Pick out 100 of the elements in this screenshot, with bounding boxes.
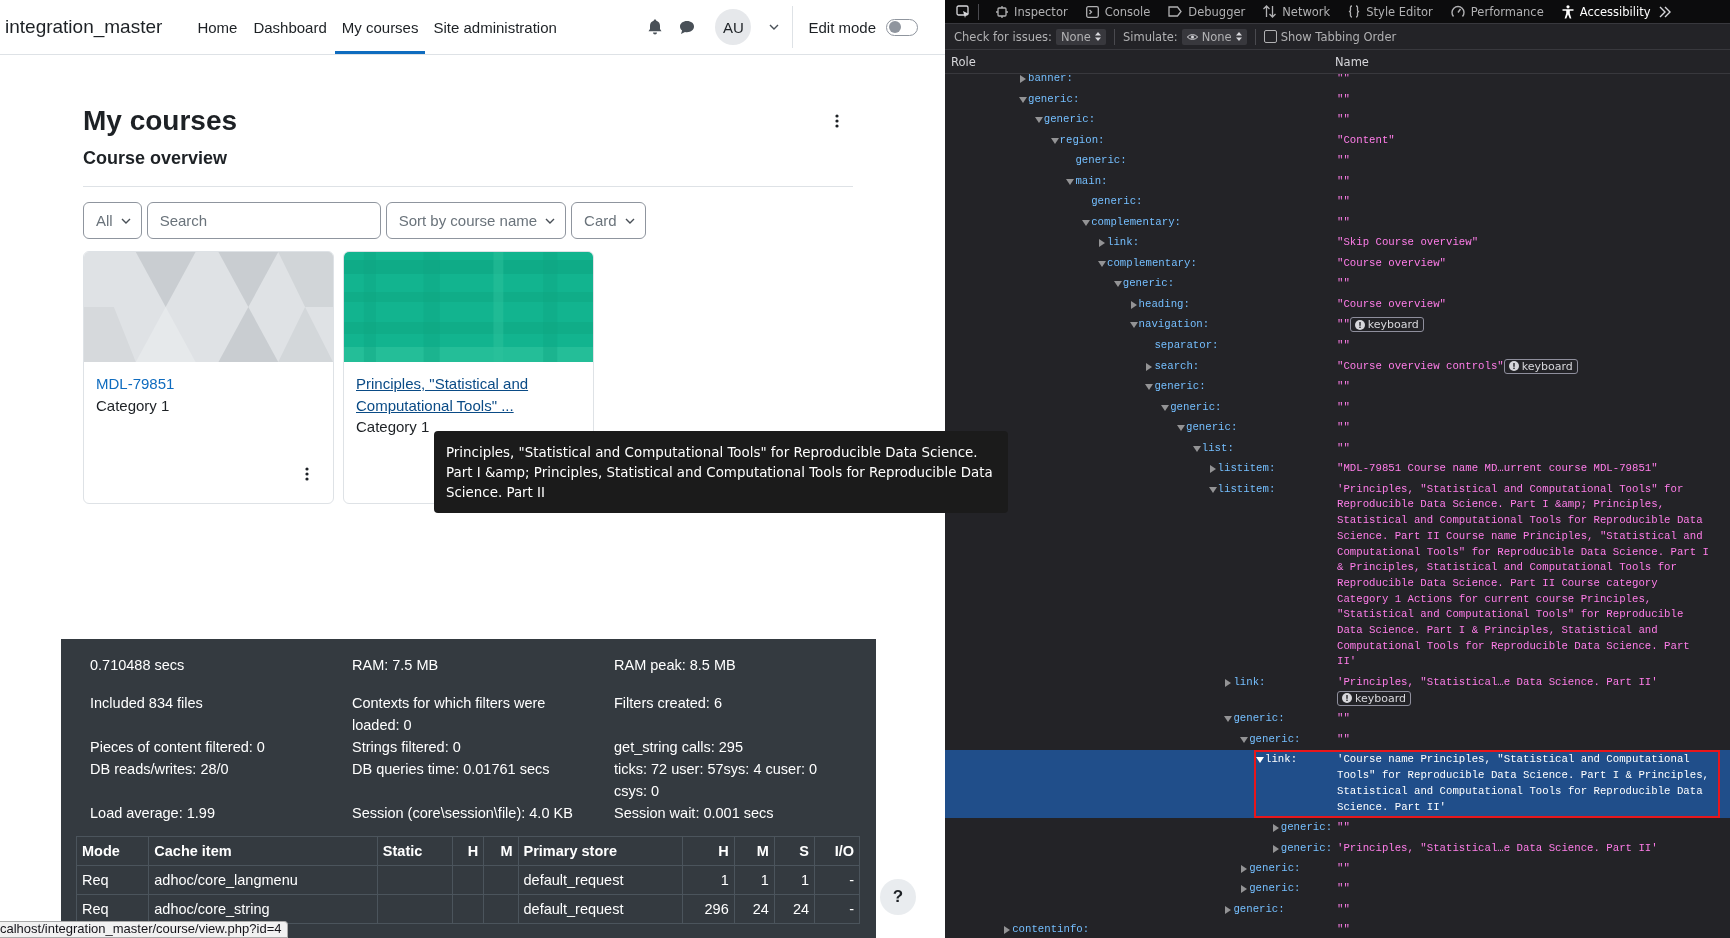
devtools-tab[interactable]: Performance [1441, 4, 1553, 19]
accessible-name: "Skip Course overview" [1337, 235, 1480, 251]
simulate-dropdown[interactable]: None [1181, 28, 1247, 45]
user-avatar[interactable]: AU [715, 9, 752, 45]
accessible-name: "" [1337, 194, 1351, 210]
tree-row[interactable]: generic: "" [1240, 858, 1730, 880]
kebab-menu-icon[interactable] [835, 114, 839, 128]
devtools-tab[interactable]: Network [1254, 4, 1340, 19]
search-field[interactable]: Search [146, 202, 381, 239]
tree-row[interactable]: heading: "Course overview" [1129, 294, 1730, 315]
role-label: generic: [1043, 112, 1097, 128]
devtools-tab[interactable]: Style Editor [1339, 4, 1442, 19]
simulate-label: Simulate: [1122, 29, 1178, 44]
disclosure-triangle-icon[interactable] [1177, 424, 1185, 433]
devtools-tab[interactable]: Accessibility [1552, 4, 1660, 19]
role-label: separator: [1154, 338, 1220, 353]
tree-row[interactable]: main: "" [1066, 171, 1730, 192]
disclosure-triangle-icon[interactable] [1129, 300, 1138, 309]
disclosure-triangle-icon[interactable] [1224, 678, 1233, 687]
disclosure-triangle-icon[interactable] [1098, 259, 1106, 268]
disclosure-triangle-icon[interactable] [1240, 735, 1249, 744]
view-dropdown[interactable]: Card [571, 202, 646, 239]
disclosure-triangle-icon[interactable] [1161, 403, 1170, 412]
keyboard-badge: keyboard [1337, 690, 1411, 706]
accessible-name: "Course overview controls" keyboard [1337, 358, 1715, 375]
disclosure-triangle-icon[interactable] [1240, 885, 1249, 894]
tree-row[interactable]: generic: "" [1161, 397, 1730, 418]
disclosure-triangle-icon[interactable] [1271, 844, 1280, 853]
tree-row[interactable]: complementary: "" [1082, 212, 1730, 233]
grouping-dropdown[interactable]: All [83, 202, 142, 239]
disclosure-triangle-icon[interactable] [1145, 383, 1154, 392]
tree-row[interactable]: separator: "" [1145, 335, 1730, 357]
nav-link[interactable]: Home [189, 3, 246, 54]
disclosure-triangle-icon[interactable] [1192, 444, 1201, 453]
tree-row[interactable]: region: "Content" [1050, 130, 1730, 151]
tree-row[interactable]: banner: "" [1019, 74, 1730, 90]
disclosure-triangle-icon[interactable] [1082, 218, 1091, 227]
tree-row[interactable]: link: 'Principles, "Statistical…e Data Science. Part II' keyboard [1224, 672, 1730, 710]
disclosure-triangle-icon[interactable] [1066, 177, 1075, 186]
nav-link[interactable]: Dashboard [245, 3, 335, 54]
devtools-tab[interactable]: Inspector [987, 4, 1077, 19]
disclosure-triangle-icon[interactable] [1034, 116, 1043, 125]
checkbox[interactable] [1263, 30, 1277, 43]
tree-row[interactable]: generic: "" [1240, 879, 1730, 900]
disclosure-triangle-icon[interactable] [1050, 136, 1059, 145]
tree-row[interactable]: generic: "" [1145, 376, 1730, 398]
help-button[interactable]: ? [880, 879, 916, 915]
element-picker-icon[interactable] [956, 4, 970, 19]
tree-row[interactable]: generic: "" [1177, 417, 1730, 439]
disclosure-triangle-icon[interactable] [1271, 824, 1280, 833]
disclosure-triangle-icon[interactable] [1145, 362, 1154, 371]
up-down-caret-icon [1094, 32, 1101, 41]
disclosure-triangle-icon[interactable] [1019, 95, 1027, 104]
chat-bubble-icon[interactable] [679, 19, 696, 35]
tree-row[interactable]: contentinfo: "" [1003, 920, 1730, 938]
kebab-menu-icon[interactable] [305, 467, 309, 481]
disclosure-triangle-icon[interactable] [1224, 715, 1233, 724]
tree-row[interactable]: link: "Skip Course overview" [1098, 232, 1730, 254]
double-chevron-icon[interactable] [1659, 5, 1672, 18]
sort-dropdown[interactable]: Sort by course name [385, 202, 567, 239]
role-label: heading: [1138, 296, 1191, 312]
role-label: navigation: [1138, 317, 1211, 333]
disclosure-triangle-icon[interactable] [1208, 485, 1217, 494]
tree-row[interactable]: generic: "" [1224, 709, 1730, 730]
devtools-tab[interactable]: Debugger [1159, 4, 1255, 19]
tree-row[interactable]: generic: "" [1066, 150, 1730, 172]
disclosure-triangle-icon[interactable] [1098, 239, 1106, 248]
bell-icon[interactable] [648, 19, 663, 35]
tree-row[interactable]: listitem: "MDL-79851 Course name MD…urrent course MDL-79851" [1208, 458, 1730, 480]
disclosure-triangle-icon[interactable] [1208, 465, 1217, 474]
site-name[interactable]: integration_master [5, 16, 163, 38]
role-label: generic: [1249, 881, 1302, 897]
nav-link[interactable]: Site administration [425, 3, 565, 54]
tree-row[interactable]: complementary: "Course overview" [1098, 253, 1730, 274]
column-header: Static [377, 836, 453, 866]
disclosure-triangle-icon[interactable] [1224, 905, 1233, 914]
tree-row[interactable]: generic: 'Principles, "Statistical…e Data Science. Part II' [1271, 838, 1730, 859]
tree-row[interactable]: generic: "" [1224, 899, 1730, 921]
tree-row[interactable]: navigation: "" keyboard [1129, 314, 1730, 336]
disclosure-triangle-icon[interactable] [1240, 865, 1249, 873]
tree-row[interactable]: list: "" [1192, 438, 1730, 459]
check-issues-dropdown[interactable]: None [1055, 28, 1106, 45]
disclosure-triangle-icon[interactable] [1129, 321, 1138, 330]
disclosure-triangle-icon[interactable] [1113, 280, 1122, 289]
tree-row[interactable]: generic: "" [1034, 109, 1730, 131]
disclosure-triangle-icon[interactable] [1003, 926, 1012, 935]
disclosure-triangle-icon[interactable] [1256, 756, 1264, 765]
tree-row[interactable]: generic: "" [1113, 273, 1730, 295]
tree-row[interactable]: search: "Course overview controls" keyboard [1145, 356, 1730, 377]
course-link[interactable]: MDL-79851 [96, 373, 175, 395]
course-category: Category 1 [96, 395, 170, 416]
tree-row[interactable]: generic: "" [1019, 89, 1730, 110]
nav-link[interactable]: My courses [334, 3, 426, 54]
devtools-tab[interactable]: Console [1076, 4, 1160, 19]
tree-row[interactable]: generic: "" [1240, 729, 1730, 751]
course-link[interactable]: Principles, "Statistical and Computational Tools" ... [356, 373, 581, 416]
tree-row[interactable]: generic: "" [1082, 191, 1730, 213]
terminal-icon [1085, 5, 1099, 18]
tree-row[interactable]: generic: "" [1271, 817, 1730, 839]
disclosure-triangle-icon[interactable] [1019, 75, 1027, 84]
